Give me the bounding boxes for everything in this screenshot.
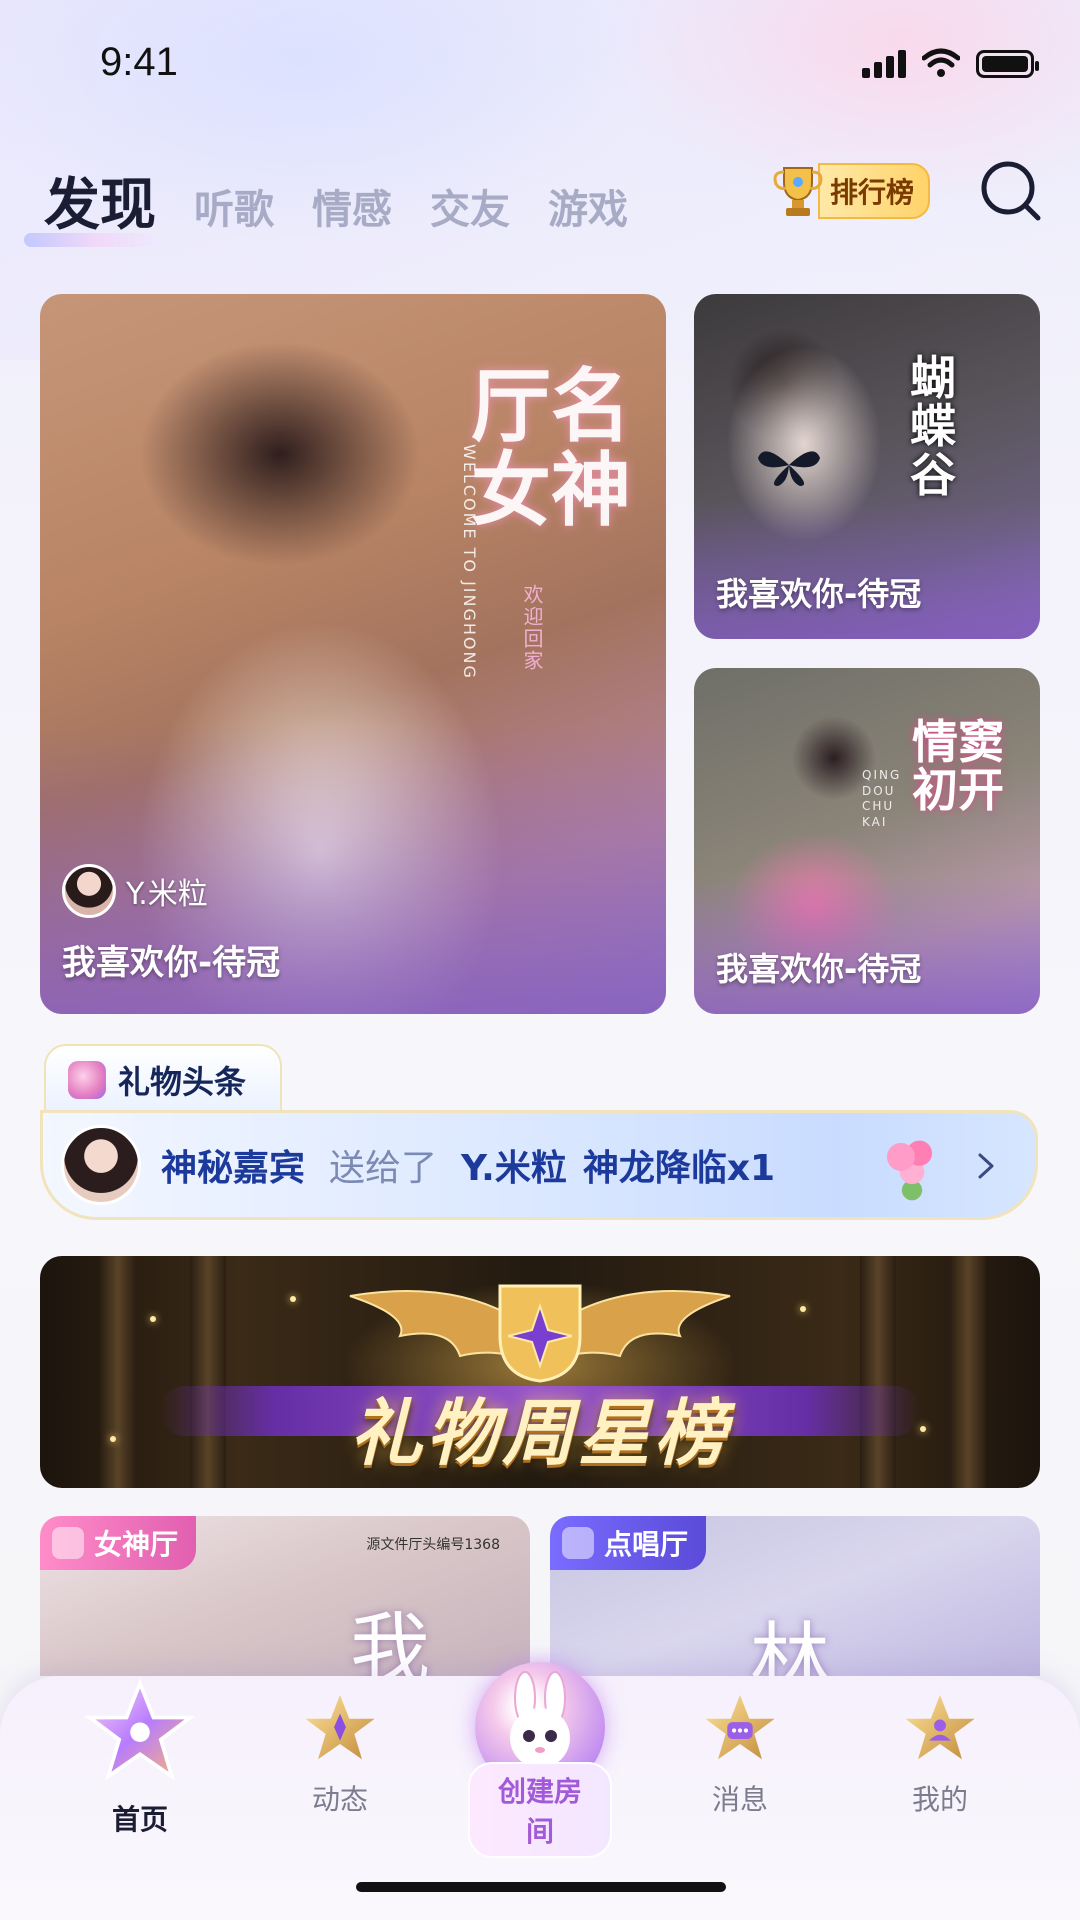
gift-message: 神秘嘉宾 送给了 Y.米粒 神龙降临x1 xyxy=(161,1139,775,1191)
room-card-first-love[interactable]: 情窦初开 QING DOU CHU KAI 我喜欢你-待冠 xyxy=(694,668,1040,1014)
gift-item: 神龙降临x1 xyxy=(582,1148,776,1189)
poster-title: 蝴蝶谷 xyxy=(910,351,956,502)
room-title: 我喜欢你-待冠 xyxy=(716,575,922,613)
flower-icon xyxy=(52,1527,84,1559)
avatar xyxy=(61,1125,141,1205)
sparkle xyxy=(150,1316,156,1322)
wifi-icon xyxy=(922,48,960,77)
tab-label: 我的 xyxy=(911,1783,968,1816)
gift-headline-tab: 礼物头条 xyxy=(44,1044,282,1114)
poster-title: 厅名女神 xyxy=(471,359,631,537)
leaderboard-button[interactable]: 排行榜 xyxy=(770,162,940,220)
flower-bouquet-icon xyxy=(875,1131,949,1205)
room-poster-text: 我 xyxy=(350,1604,430,1676)
avatar xyxy=(62,864,116,918)
home-indicator xyxy=(356,1882,726,1892)
tab-home[interactable]: 首页 xyxy=(70,1678,210,1838)
create-room-label: 创建房间 xyxy=(468,1762,612,1858)
record-icon xyxy=(562,1527,594,1559)
poster-title: 情窦初开 xyxy=(912,715,1004,818)
battery-icon xyxy=(976,50,1039,78)
leaderboard-label: 排行榜 xyxy=(818,163,931,219)
top-nav: 发现 听歌 情感 交友 游戏 排行榜 xyxy=(0,150,1080,247)
room-title: 我喜欢你-待冠 xyxy=(62,943,281,983)
tab-discover[interactable]: 发现 xyxy=(24,160,164,247)
tab-label: 消息 xyxy=(711,1783,768,1816)
sparkle xyxy=(290,1296,296,1302)
search-icon[interactable] xyxy=(978,158,1044,224)
star-profile-icon xyxy=(905,1695,975,1760)
owner-name: Y.米粒 xyxy=(126,877,208,912)
category-tabs: 发现 听歌 情感 交友 游戏 xyxy=(24,160,628,247)
poster-subtitle: WELCOME TO JINGHONG xyxy=(460,444,479,680)
gift-verb: 送给了 xyxy=(329,1148,438,1189)
gift-headline-bar[interactable]: 神秘嘉宾 送给了 Y.米粒 神龙降临x1 xyxy=(40,1110,1038,1220)
gift-headline[interactable]: 礼物头条 神秘嘉宾 送给了 Y.米粒 神龙降临x1 xyxy=(40,1044,1040,1228)
room-owner: Y.米粒 xyxy=(62,864,208,918)
room-caption: 源文件厅头编号1368 xyxy=(366,1537,500,1553)
room-card-goddess[interactable]: 女神厅 源文件厅头编号1368 我 xyxy=(40,1516,530,1676)
room-card-request-songs[interactable]: 点唱厅 林 xyxy=(550,1516,1040,1676)
room-category-label: 女神厅 xyxy=(94,1528,179,1561)
room-title: 我喜欢你-待冠 xyxy=(716,950,922,988)
status-bar: 9:41 xyxy=(0,0,1080,130)
sparkle xyxy=(110,1436,116,1442)
room-category-tag: 点唱厅 xyxy=(550,1516,707,1570)
tab-moments[interactable]: 动态 xyxy=(270,1690,410,1818)
sparkle xyxy=(800,1306,806,1312)
status-time: 9:41 xyxy=(100,40,178,84)
chevron-right-icon[interactable] xyxy=(971,1151,1001,1181)
create-room-button[interactable]: 创建房间 xyxy=(468,1662,612,1858)
room-category-label: 点唱厅 xyxy=(604,1528,689,1561)
gift-headline-label: 礼物头条 xyxy=(118,1063,247,1101)
star-moments-icon xyxy=(305,1695,375,1760)
gift-icon xyxy=(68,1061,106,1099)
star-messages-icon xyxy=(705,1695,775,1760)
tab-listen[interactable]: 听歌 xyxy=(194,177,274,241)
signal-icon xyxy=(862,48,906,78)
tab-friends[interactable]: 交友 xyxy=(430,177,510,241)
star-home-icon xyxy=(84,1678,196,1781)
butterfly-icon xyxy=(758,451,820,486)
room-card-butterfly[interactable]: 蝴蝶谷 我喜欢你-待冠 xyxy=(694,294,1040,639)
room-poster-text: 林 xyxy=(750,1614,830,1676)
banner-title: 礼物周星榜 xyxy=(349,1391,730,1475)
tab-games[interactable]: 游戏 xyxy=(548,177,628,241)
status-icons xyxy=(862,48,1039,78)
room-category-tag: 女神厅 xyxy=(40,1516,197,1570)
poster-tag: 欢迎回家 xyxy=(520,584,544,672)
tab-label: 首页 xyxy=(111,1803,168,1836)
trophy-icon xyxy=(773,167,823,216)
tab-messages[interactable]: 消息 xyxy=(670,1690,810,1818)
tab-label: 动态 xyxy=(311,1783,368,1816)
tab-profile[interactable]: 我的 xyxy=(870,1690,1010,1818)
weekly-gift-star-banner[interactable]: 礼物周星榜 xyxy=(40,1256,1040,1488)
featured-room-card[interactable]: 厅名女神 WELCOME TO JINGHONG 欢迎回家 Y.米粒 我喜欢你-… xyxy=(40,294,666,1014)
poster-subtitle: QING DOU CHU KAI xyxy=(862,768,902,829)
gift-receiver: Y.米粒 xyxy=(461,1148,567,1189)
sparkle xyxy=(920,1426,926,1432)
gift-sender: 神秘嘉宾 xyxy=(161,1148,306,1189)
tab-emotion[interactable]: 情感 xyxy=(312,177,392,241)
